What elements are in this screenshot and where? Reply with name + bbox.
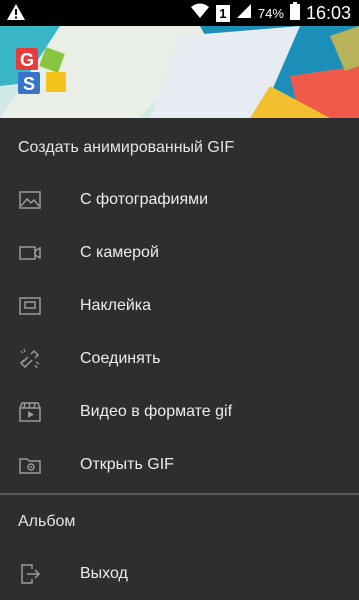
drawer-header: G S (0, 26, 359, 118)
menu-item-label: Видео в формате gif (80, 403, 233, 420)
menu-item-merge[interactable]: Соединять (0, 333, 359, 385)
menu-item-exit[interactable]: Выход (0, 548, 359, 600)
menu-item-open-gif[interactable]: Открыть GIF (0, 439, 359, 491)
divider (0, 493, 359, 495)
menu-item-sticker[interactable]: Наклейка (0, 280, 359, 332)
menu-item-label: Выход (80, 565, 128, 582)
image-icon (18, 189, 42, 211)
menu-item-label: С камерой (80, 244, 159, 261)
svg-text:S: S (23, 74, 35, 94)
wifi-icon (190, 2, 210, 25)
section-title-create-gif: Создать анимированный GIF (18, 139, 235, 156)
app-logo: G S (16, 44, 70, 101)
warning-icon (6, 3, 26, 26)
menu-item-label: С фотографиями (80, 191, 209, 208)
menu-item-label: Соединять (80, 350, 161, 367)
signal-icon (236, 3, 252, 24)
video-camera-icon (18, 242, 42, 264)
battery-icon (289, 1, 300, 25)
menu-item-label: Открыть GIF (80, 456, 174, 473)
folder-gear-icon (18, 454, 42, 476)
link-icon (18, 348, 42, 370)
exit-icon (18, 563, 42, 585)
status-bar: 1 74% 16:03 (0, 0, 359, 26)
section-title-album[interactable]: Альбом (18, 513, 75, 531)
clock: 16:03 (305, 2, 351, 23)
menu-item-video-to-gif[interactable]: Видео в формате gif (0, 386, 359, 438)
menu-item-label: Наклейка (80, 297, 152, 314)
battery-percent: 74% (257, 5, 284, 21)
sim-indicator: 1 (215, 4, 230, 22)
menu-item-from-camera[interactable]: С камерой (0, 227, 359, 279)
sticker-icon (18, 295, 42, 317)
menu-item-from-photos[interactable]: С фотографиями (0, 174, 359, 226)
video-clip-icon (18, 401, 42, 423)
svg-text:G: G (20, 50, 34, 70)
